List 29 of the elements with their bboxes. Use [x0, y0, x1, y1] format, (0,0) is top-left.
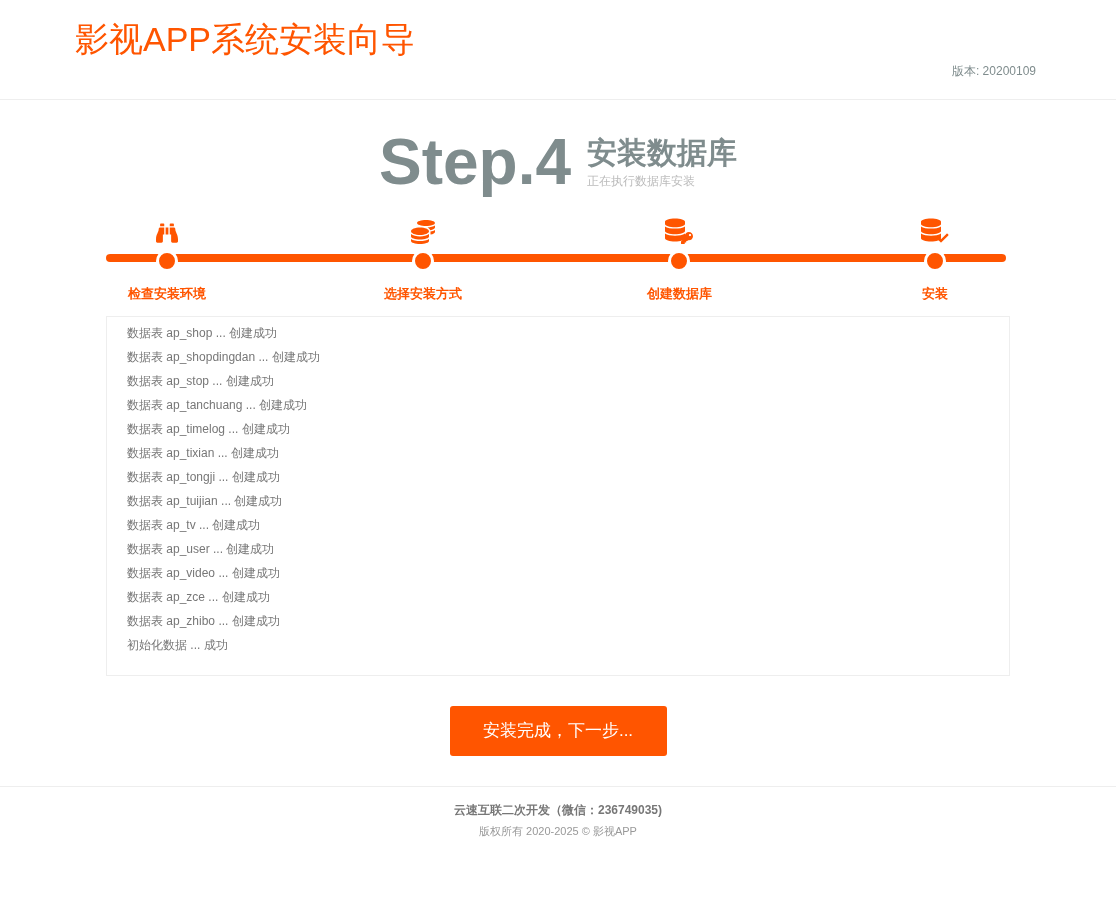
log-line: 数据表 ap_video ... 创建成功	[127, 564, 281, 582]
database-key-icon	[665, 218, 693, 244]
step-label: 创建数据库	[646, 285, 712, 303]
step-label: 检查安装环境	[128, 285, 206, 303]
next-button[interactable]: 安装完成，下一步...	[449, 705, 667, 756]
version-text: 版本: 20200109	[951, 63, 1036, 80]
log-line: 数据表 ap_tuijian ... 创建成功	[127, 492, 284, 510]
log-line: 数据表 ap_shop ... 创建成功	[127, 324, 279, 342]
coins-icon	[410, 220, 436, 244]
log-line: 数据表 ap_user ... 创建成功	[127, 540, 276, 558]
log-line: 数据表 ap_tv ... 创建成功	[127, 516, 262, 534]
binoculars-icon	[154, 222, 180, 244]
step-title: 安装数据库	[587, 135, 738, 172]
log-line: 数据表 ap_timelog ... 创建成功	[127, 420, 291, 438]
page-title: 影视APP系统安装向导	[75, 19, 416, 60]
step-label: 安装	[922, 285, 948, 303]
log-line: 初始化数据 ... 成功	[127, 636, 229, 654]
database-check-icon	[921, 218, 949, 244]
log-line: 数据表 ap_tanchuang ... 创建成功	[127, 396, 309, 414]
step-subtitle: 正在执行数据库安装	[587, 172, 697, 190]
copyright-text: 版权所有 2020-2025 © 影视APP	[479, 823, 637, 839]
log-line: 数据表 ap_tixian ... 创建成功	[127, 444, 281, 462]
log-line: 数据表 ap_tongji ... 创建成功	[127, 468, 281, 486]
step-label: 选择安装方式	[384, 285, 462, 303]
log-line: 数据表 ap_shopdingdan ... 创建成功	[127, 348, 321, 366]
credit-text: 云速互联二次开发（微信：236749035)	[453, 801, 663, 819]
log-line: 数据表 ap_zhibo ... 创建成功	[127, 612, 281, 630]
log-line: 数据表 ap_zce ... 创建成功	[127, 588, 271, 606]
log-line: 数据表 ap_stop ... 创建成功	[127, 372, 275, 390]
